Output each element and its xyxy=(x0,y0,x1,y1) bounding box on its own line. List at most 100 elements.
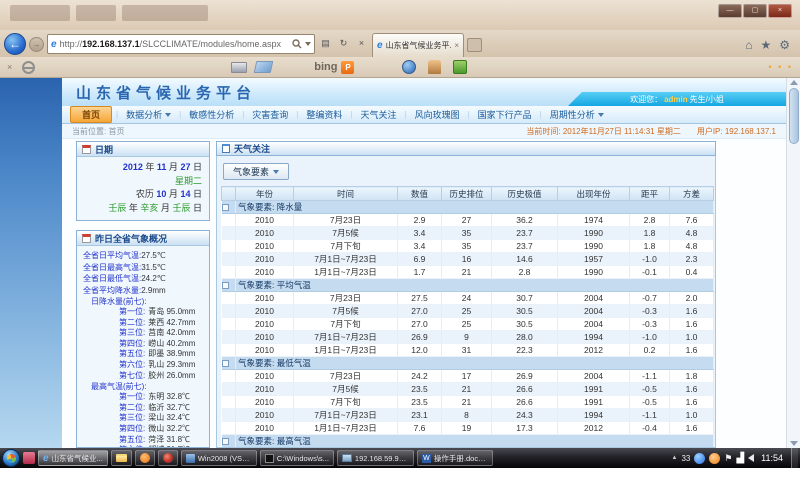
expand-box-icon[interactable] xyxy=(222,438,229,445)
table-row[interactable]: 20107月23日2.92736.219742.87.6 xyxy=(222,214,714,227)
table-row[interactable]: 20101月1日~7月23日7.61917.32012-0.41.6 xyxy=(222,422,714,435)
table-row[interactable]: 20107月5候27.02530.52004-0.31.6 xyxy=(222,305,714,318)
cell: 1991 xyxy=(558,396,630,409)
forward-button[interactable]: → xyxy=(29,37,44,52)
volume-icon[interactable] xyxy=(748,454,754,462)
taskbar-button-word-doc[interactable]: W操作手册.docx ... xyxy=(417,450,493,466)
element-filter-button[interactable]: 气象要素 xyxy=(223,163,289,180)
row-gutter xyxy=(222,240,236,253)
table-row[interactable]: 20107月1日~7月23日26.9928.01994-1.01.0 xyxy=(222,331,714,344)
address-bar[interactable]: e http://192.168.137.1/SLCCLIMATE/module… xyxy=(47,34,315,54)
table-row[interactable]: 20107月下旬3.43523.719901.84.8 xyxy=(222,240,714,253)
send-mail-icon[interactable] xyxy=(254,61,274,73)
column-header[interactable]: 数值 xyxy=(398,187,442,201)
nav-item-5[interactable]: 整编资料 xyxy=(298,106,350,123)
minimize-button[interactable]: — xyxy=(718,4,742,18)
taskbar-button-win2008[interactable]: Win2008 (VS2... xyxy=(181,450,257,466)
start-button[interactable] xyxy=(2,449,20,467)
table-group-row[interactable]: 气象要素: 降水量 xyxy=(222,201,714,214)
hidden-icons-chevron-icon[interactable]: ▲ xyxy=(672,453,678,464)
taskbar-button-explorer[interactable] xyxy=(111,450,132,466)
table-group-row[interactable]: 气象要素: 平均气温 xyxy=(222,279,714,292)
action-center-flag-icon[interactable]: ⚑ xyxy=(724,453,732,464)
taskbar-button-remote[interactable]: 192.168.59.99... xyxy=(337,450,414,466)
nav-item-6[interactable]: 天气关注 xyxy=(352,106,404,123)
plugin-addon-icon[interactable] xyxy=(453,60,467,74)
nav-item-4[interactable]: 灾害查询 xyxy=(244,106,296,123)
compatibility-view-icon[interactable]: ▤ xyxy=(318,34,333,54)
show-desktop-button[interactable] xyxy=(791,448,798,468)
back-button[interactable]: ← xyxy=(4,33,26,55)
scroll-up-icon[interactable] xyxy=(790,80,798,85)
column-header[interactable]: 历史极值 xyxy=(492,187,558,201)
close-button[interactable]: × xyxy=(768,4,792,18)
table-row[interactable]: 20107月23日24.21726.92004-1.11.8 xyxy=(222,370,714,383)
network-globe-icon[interactable] xyxy=(694,453,705,464)
refresh-icon[interactable]: ↻ xyxy=(336,34,351,54)
page-scrollbar[interactable] xyxy=(786,78,800,448)
column-header[interactable]: 年份 xyxy=(236,187,294,201)
nav-item-7[interactable]: 风向玫瑰图 xyxy=(407,106,468,123)
table-row[interactable]: 20107月23日27.52430.72004-0.72.0 xyxy=(222,292,714,305)
assistant-addon-icon[interactable] xyxy=(428,60,441,74)
column-header[interactable]: 时间 xyxy=(294,187,398,201)
favorites-icon[interactable]: ★ xyxy=(760,38,771,52)
expand-box-icon[interactable] xyxy=(222,282,229,289)
tab-close-icon[interactable]: × xyxy=(454,41,459,50)
taskbar-button-cmd[interactable]: C:\Windows\s... xyxy=(260,450,334,466)
column-header[interactable]: 距平 xyxy=(630,187,670,201)
cell: 7月1日~7月23日 xyxy=(294,253,398,266)
stop-icon[interactable]: × xyxy=(354,34,369,54)
table-row[interactable]: 20107月下旬23.52126.61991-0.51.6 xyxy=(222,396,714,409)
tools-gear-icon[interactable]: ⚙ xyxy=(779,38,790,52)
taskbar-button-app-red[interactable] xyxy=(158,450,178,466)
table-row[interactable]: 20107月1日~7月23日6.91614.61957-1.02.3 xyxy=(222,253,714,266)
taskbar-button-app-orange[interactable] xyxy=(135,450,155,466)
blocked-content-icon[interactable] xyxy=(22,61,35,74)
expand-box-icon[interactable] xyxy=(222,360,229,367)
card-reader-icon[interactable] xyxy=(231,62,247,73)
new-tab-button[interactable] xyxy=(467,38,482,52)
maximize-button[interactable]: ▢ xyxy=(743,4,767,18)
column-header[interactable]: 历史排位 xyxy=(442,187,492,201)
scroll-down-icon[interactable] xyxy=(790,441,798,446)
nav-item-9[interactable]: 周期性分析 xyxy=(542,106,612,123)
camera-addon-icon[interactable] xyxy=(402,60,416,74)
table-row[interactable]: 20107月1日~7月23日23.1824.31994-1.11.0 xyxy=(222,409,714,422)
breadcrumb[interactable]: 当前位置: 首页 xyxy=(72,126,124,137)
nav-item-3[interactable]: 敏感性分析 xyxy=(181,106,242,123)
expand-box-icon[interactable] xyxy=(222,204,229,211)
column-header[interactable]: 方差 xyxy=(670,187,714,201)
search-icon[interactable] xyxy=(292,39,302,49)
taskbar-button-ie[interactable]: e山东省气候业... xyxy=(38,450,108,466)
more-options-icon[interactable]: • • • xyxy=(769,62,793,72)
table-group-row[interactable]: 气象要素: 最低气温 xyxy=(222,357,714,370)
toolbar-close-icon[interactable]: × xyxy=(7,62,12,72)
table-row[interactable]: 20107月5候3.43523.719901.84.8 xyxy=(222,227,714,240)
network-signal-icon[interactable]: ▟ xyxy=(736,453,744,464)
table-group-row[interactable]: 气象要素: 最高气温 xyxy=(222,435,714,448)
nav-item-2[interactable]: 数据分析 xyxy=(118,106,179,123)
column-header[interactable]: 出现年份 xyxy=(558,187,630,201)
cell: 23.7 xyxy=(492,227,558,240)
scrollbar-thumb[interactable] xyxy=(789,88,799,144)
taskbar-clock[interactable]: 11:54 xyxy=(758,453,786,463)
table-row[interactable]: 20107月下旬27.02530.52004-0.31.6 xyxy=(222,318,714,331)
table-row[interactable]: 20107月5候23.52126.61991-0.51.6 xyxy=(222,383,714,396)
cell: 23.5 xyxy=(398,396,442,409)
table-row[interactable]: 20107月23日31.52936.31955,1951-0.32.5 xyxy=(222,448,714,449)
qq-messenger-icon[interactable] xyxy=(709,453,720,464)
url-text[interactable]: http://192.168.137.1/SLCCLIMATE/modules/… xyxy=(60,39,281,49)
bing-logo[interactable]: bing xyxy=(314,61,337,73)
nav-item-1[interactable]: 首页 xyxy=(70,106,112,123)
welcome-banner: 欢迎您：admin先生/小姐 xyxy=(568,92,786,106)
address-dropdown-icon[interactable] xyxy=(305,42,311,46)
home-icon[interactable]: ⌂ xyxy=(745,38,752,52)
table-row[interactable]: 20101月1日~7月23日12.03122.320120.21.6 xyxy=(222,344,714,357)
nav-item-8[interactable]: 国家下行产品 xyxy=(470,106,540,123)
browser-tab[interactable]: e 山东省气候业务平... × xyxy=(372,33,464,57)
pinned-app-icon[interactable] xyxy=(23,452,35,464)
rank-label: 第四位: xyxy=(119,424,145,435)
search-provider-icon[interactable]: P xyxy=(341,61,354,74)
table-row[interactable]: 20101月1日~7月23日1.7212.81990-0.10.4 xyxy=(222,266,714,279)
